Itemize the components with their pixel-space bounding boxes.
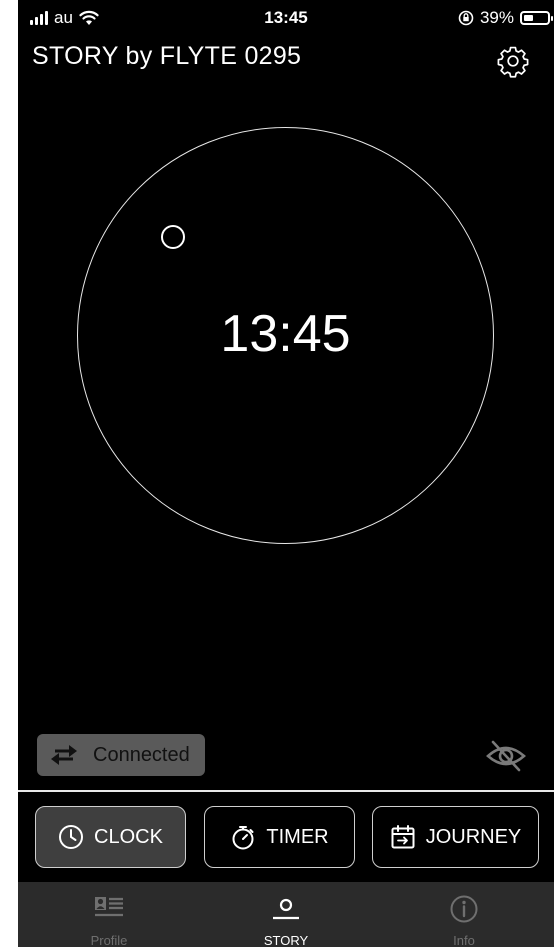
- story-icon: [273, 898, 299, 920]
- tab-profile[interactable]: Profile: [49, 882, 169, 947]
- clock-mode-button[interactable]: CLOCK: [35, 806, 186, 868]
- clock-position-dot[interactable]: [161, 225, 185, 249]
- battery-percent: 39%: [479, 8, 514, 27]
- timer-mode-button[interactable]: TIMER: [204, 806, 355, 868]
- status-bar: au 13:45 39%: [18, 0, 554, 34]
- tab-info[interactable]: Info: [404, 882, 524, 947]
- profile-card-icon: [95, 897, 123, 917]
- eye-slash-icon[interactable]: [484, 738, 528, 774]
- app-screen: au 13:45 39% STORY by FLYTE 0295 13:45 C…: [18, 0, 554, 947]
- status-right: 39%: [458, 8, 553, 28]
- journey-mode-button[interactable]: JOURNEY: [372, 806, 539, 868]
- tab-bar: Profile STORY Info: [18, 882, 554, 947]
- connection-status-badge[interactable]: Connected: [37, 734, 205, 776]
- section-divider: [18, 790, 554, 792]
- page-title: STORY by FLYTE 0295: [32, 42, 302, 70]
- tab-info-label: Info: [453, 933, 475, 947]
- info-icon: [450, 895, 478, 923]
- timer-mode-label: TIMER: [266, 825, 329, 848]
- stopwatch-icon: [232, 826, 254, 850]
- clock-time-display: 13:45: [220, 305, 351, 363]
- calendar-icon: [391, 825, 415, 849]
- clock-mode-label: CLOCK: [94, 825, 163, 848]
- tab-story-label: STORY: [263, 933, 309, 947]
- tab-profile-label: Profile: [90, 933, 128, 947]
- clock-icon: [59, 825, 84, 849]
- journey-mode-label: JOURNEY: [425, 825, 522, 848]
- gear-icon[interactable]: [496, 44, 530, 78]
- battery-icon: [520, 11, 553, 25]
- tab-story[interactable]: STORY: [226, 882, 346, 947]
- connection-status-label: Connected: [93, 743, 190, 766]
- swap-arrows-icon: [51, 745, 77, 765]
- orientation-lock-icon: [458, 10, 474, 26]
